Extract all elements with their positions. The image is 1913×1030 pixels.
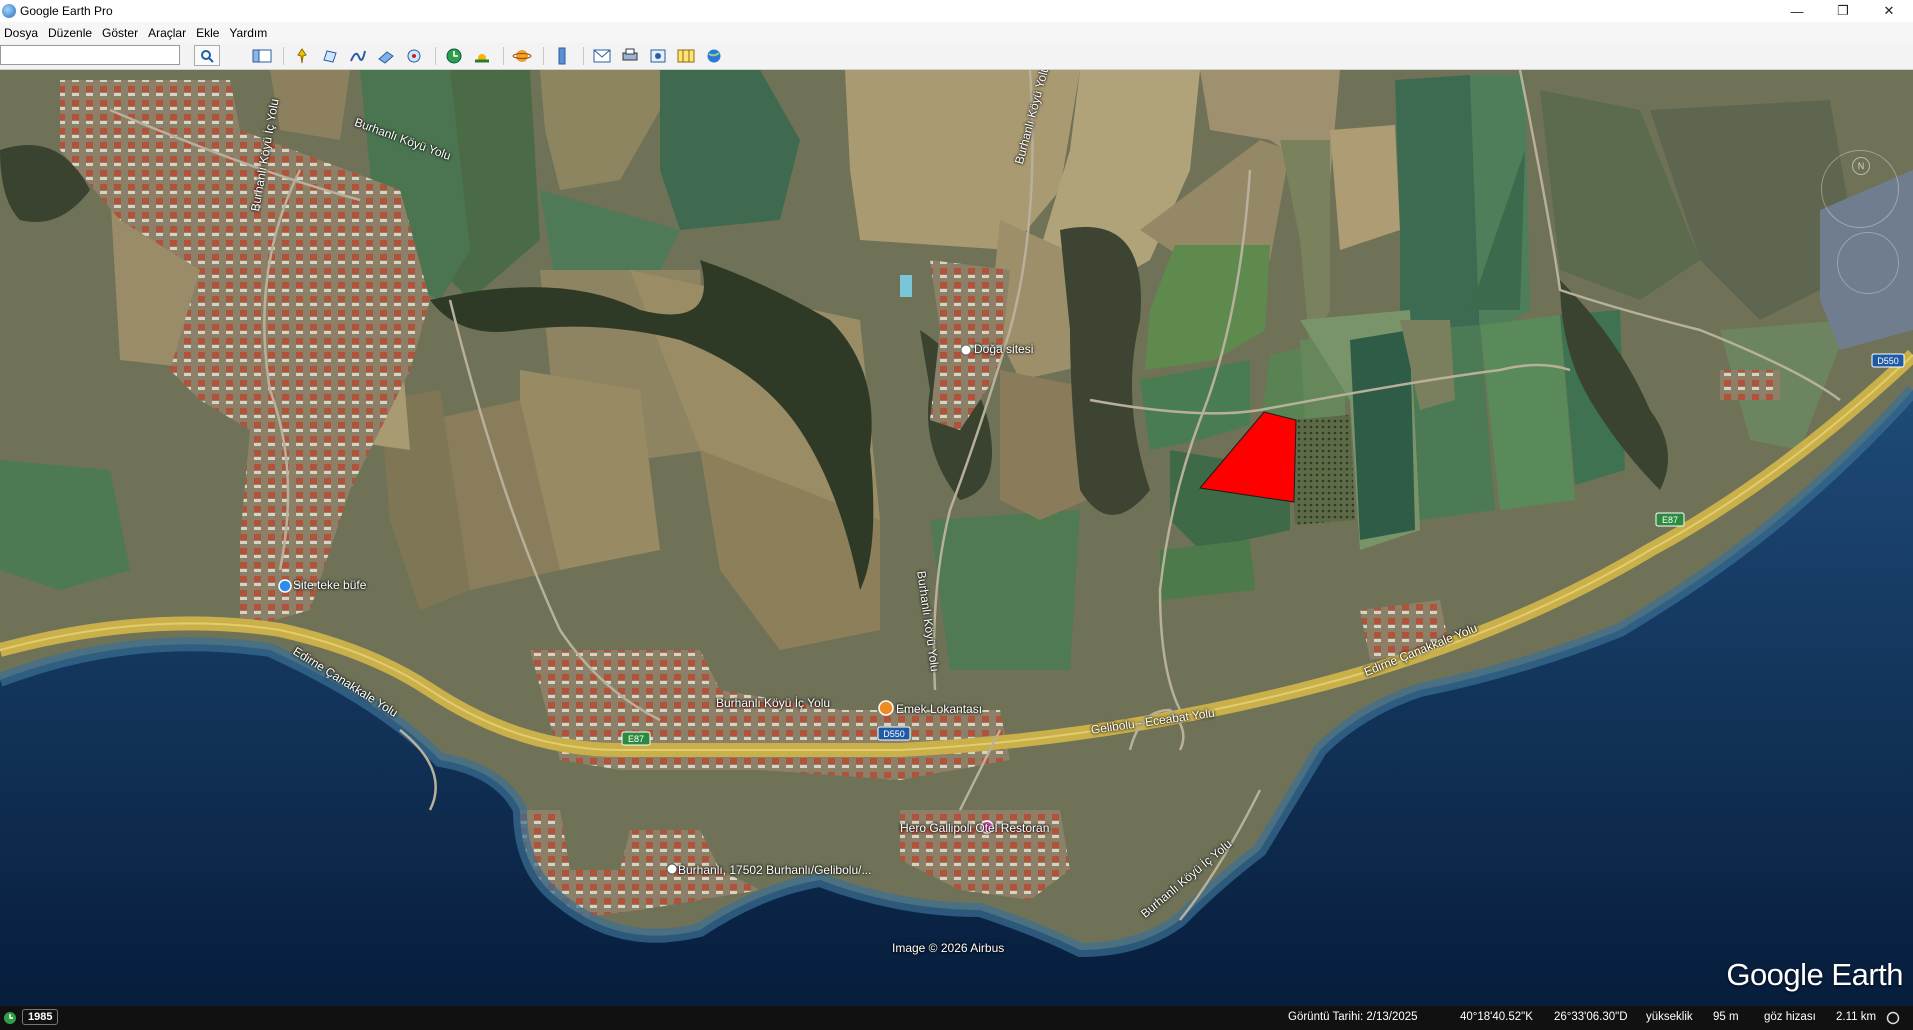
menu-ekle[interactable]: Ekle (192, 26, 225, 40)
toolbar-separator (543, 47, 544, 65)
site-teke-bufe-marker[interactable] (278, 579, 292, 593)
image-overlay-icon (378, 51, 394, 64)
email-icon (593, 49, 611, 63)
label-doga-sitesi[interactable]: Doğa sitesi (974, 342, 1033, 356)
latitude-readout: 40°18'40.52"K (1460, 1011, 1533, 1023)
shield-e87-left-text: E87 (628, 734, 644, 744)
print-button[interactable] (618, 45, 642, 67)
menu-duzenle[interactable]: Düzenle (44, 26, 98, 40)
polygon-icon (323, 50, 337, 63)
compass-control[interactable]: N (1821, 150, 1899, 228)
globe-icon (707, 49, 721, 63)
imagery-date: Görüntü Tarihi: 2/13/2025 (1288, 1011, 1418, 1023)
shield-d550-center: D550 (877, 726, 911, 741)
menu-dosya[interactable]: Dosya (0, 26, 44, 40)
shield-d550-center-text: D550 (883, 729, 905, 739)
label-emek-lokantasi[interactable]: Emek Lokantası (896, 702, 982, 716)
add-image-overlay-button[interactable] (374, 45, 398, 67)
north-indicator-icon[interactable]: N (1852, 157, 1870, 175)
menu-goster[interactable]: Göster (98, 26, 144, 40)
window-title: Google Earth Pro (20, 4, 113, 18)
save-image-button[interactable] (646, 45, 670, 67)
toolbar-separator (583, 47, 584, 65)
menu-yardim[interactable]: Yardım (225, 26, 273, 40)
satellite-imagery[interactable]: E87 D550 E87 D550 (0, 70, 1913, 1006)
status-bar: 1985 Görüntü Tarihi: 2/13/2025 40°18'40.… (0, 1006, 1913, 1030)
label-site-teke-bufe[interactable]: Site teke büfe (293, 578, 366, 592)
add-path-button[interactable] (346, 45, 370, 67)
search-input[interactable] (0, 45, 180, 65)
menu-araclar[interactable]: Araçlar (144, 26, 192, 40)
switch-planet-button[interactable] (510, 45, 534, 67)
streaming-status-icon (1886, 1011, 1900, 1025)
add-polygon-button[interactable] (318, 45, 342, 67)
add-placemark-button[interactable] (290, 45, 314, 67)
shield-e87-left: E87 (621, 731, 651, 746)
year-slider-badge[interactable]: 1985 (22, 1009, 59, 1025)
ruler-icon (558, 47, 566, 65)
image-credit: Image © 2026 Airbus (892, 941, 1005, 955)
minimize-button[interactable]: — (1774, 0, 1820, 22)
google-earth-logo: Google Earth (1726, 957, 1903, 992)
label-burhanli-address[interactable]: Burhanlı, 17502 Burhanlı/Gelibolu/... (678, 863, 871, 877)
toolbar-separator (283, 47, 284, 65)
google-earth-icon (2, 4, 16, 18)
elevation-value: 95 m (1713, 1011, 1739, 1023)
burhanli-address-marker[interactable] (666, 863, 678, 875)
printer-icon (622, 48, 638, 61)
sidebar-toggle-button[interactable] (250, 45, 274, 67)
search-icon (201, 49, 214, 63)
email-button[interactable] (590, 45, 614, 67)
eye-altitude-label: göz hizası (1764, 1011, 1816, 1023)
menu-bar: Dosya Düzenle Göster Araçlar Ekle Yardım (0, 22, 1913, 43)
toolbar (0, 43, 1913, 70)
pushpin-icon (297, 48, 307, 64)
earth-gallery-button[interactable] (702, 45, 726, 67)
sidebar-icon (252, 49, 272, 63)
shield-d550-right-text: D550 (1877, 356, 1899, 366)
toolbar-separator (435, 47, 436, 65)
doga-sitesi-marker[interactable] (960, 344, 972, 356)
look-joystick[interactable] (1837, 232, 1899, 294)
maximize-button[interactable]: ❐ (1820, 0, 1866, 22)
emek-lokantasi-marker[interactable] (878, 700, 894, 716)
record-tour-button[interactable] (402, 45, 426, 67)
map-icon (677, 49, 695, 63)
historical-imagery-icon[interactable] (3, 1011, 17, 1025)
toolbar-separator (503, 47, 504, 65)
path-icon (350, 50, 366, 62)
shield-d550-right: D550 (1871, 353, 1905, 368)
longitude-readout: 26°33'06.30"D (1554, 1011, 1628, 1023)
sun-icon (475, 54, 489, 63)
close-button[interactable]: ✕ (1866, 0, 1912, 22)
shield-e87-right-text: E87 (1662, 515, 1678, 525)
label-hero-gallipoli[interactable]: Hero Gallipoli Otel Restoran (900, 821, 1049, 835)
tour-icon (407, 49, 421, 63)
ruler-button[interactable] (550, 45, 574, 67)
elevation-label: yükseklik (1646, 1011, 1693, 1023)
search-button[interactable] (194, 45, 220, 66)
label-burhanli-koyu-ic-yolu-center[interactable]: Burhanlı Köyü İç Yolu (716, 696, 830, 710)
planet-icon (512, 50, 532, 62)
shield-e87-right: E87 (1655, 512, 1685, 527)
title-bar: Google Earth Pro — ❐ ✕ (0, 0, 1913, 22)
sunlight-button[interactable] (470, 45, 494, 67)
clock-globe-icon (446, 48, 462, 64)
eye-altitude-value: 2.11 km (1836, 1011, 1877, 1023)
swimming-pool (900, 275, 912, 297)
save-image-icon (650, 49, 666, 63)
view-in-maps-button[interactable] (674, 45, 698, 67)
map-view[interactable]: E87 D550 E87 D550 Burhanlı Köyü Yolu Bur… (0, 70, 1913, 1006)
historical-imagery-button[interactable] (442, 45, 466, 67)
